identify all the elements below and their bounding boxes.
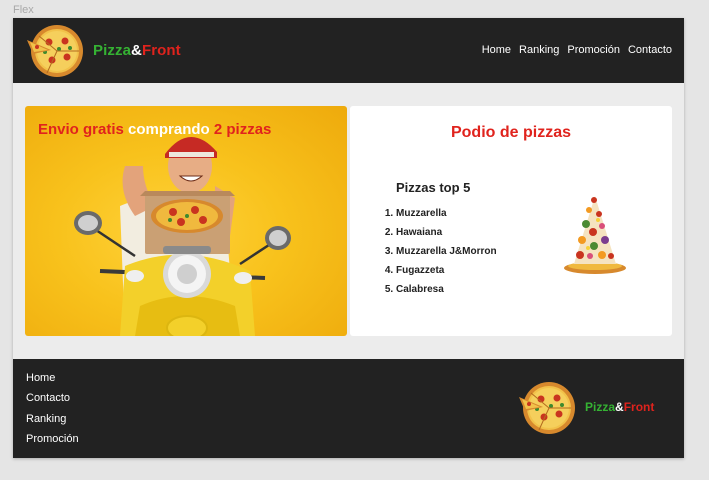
footer-link-ranking[interactable]: Ranking [26,413,79,433]
nav-home[interactable]: Home [482,44,511,56]
top-pizza-list: Muzzarella Hawaiana Muzzarella J&Morron … [384,207,497,302]
footer-links: Home Contacto Ranking Promoción [26,372,79,453]
top-list-title: Pizzas top 5 [396,180,471,195]
list-item: Fugazzeta [396,264,497,283]
footer-link-promocion[interactable]: Promoción [26,433,79,453]
podium-title: Podio de pizzas [450,124,571,141]
promo-title-part2: comprando [128,121,214,138]
podium-card: Podio de pizzas Pizzas top 5 Muzzarella … [350,106,672,336]
brand-part-pizza: Pizza [93,42,132,59]
footer-brand-part-amp: & [615,400,624,414]
nav-promocion[interactable]: Promoción [567,44,620,56]
footer: Home Contacto Ranking Promoción Pizza&Fr… [13,359,684,458]
footer-brand-part-front: Front [623,400,655,414]
nav-contacto[interactable]: Contacto [628,44,672,56]
delivery-scooter-image [74,136,291,336]
list-item: Hawaiana [396,226,497,245]
nav-ranking[interactable]: Ranking [519,44,559,56]
brand-name[interactable]: Pizza&Front [93,42,181,59]
promo-title-part3: 2 pizzas [213,121,272,138]
page-frame: Pizza&Front Home Ranking Promoción Conta… [13,18,684,458]
list-item: Calabresa [396,283,497,302]
promo-title-part1: Envio gratis [38,121,129,138]
list-item: Muzzarella J&Morron [396,245,497,264]
promo-banner[interactable]: Envio gratis comprando 2 pizzas [25,106,347,336]
promo-title: Envio gratis comprando 2 pizzas [38,121,271,138]
footer-pizza-logo-icon[interactable] [517,381,579,435]
footer-link-home[interactable]: Home [26,372,79,392]
frame-label: Flex [13,4,34,16]
footer-brand-name[interactable]: Pizza&Front [585,400,654,414]
list-item: Muzzarella [396,207,497,226]
footer-brand-part-pizza: Pizza [585,400,616,414]
brand-part-front: Front [141,42,181,59]
footer-link-contacto[interactable]: Contacto [26,392,79,412]
brand-part-amp: & [131,42,142,59]
pizza-tower-image [564,196,626,274]
header: Pizza&Front Home Ranking Promoción Conta… [13,18,684,83]
pizza-logo-icon[interactable] [25,24,87,78]
main-nav: Home Ranking Promoción Contacto [482,44,672,56]
